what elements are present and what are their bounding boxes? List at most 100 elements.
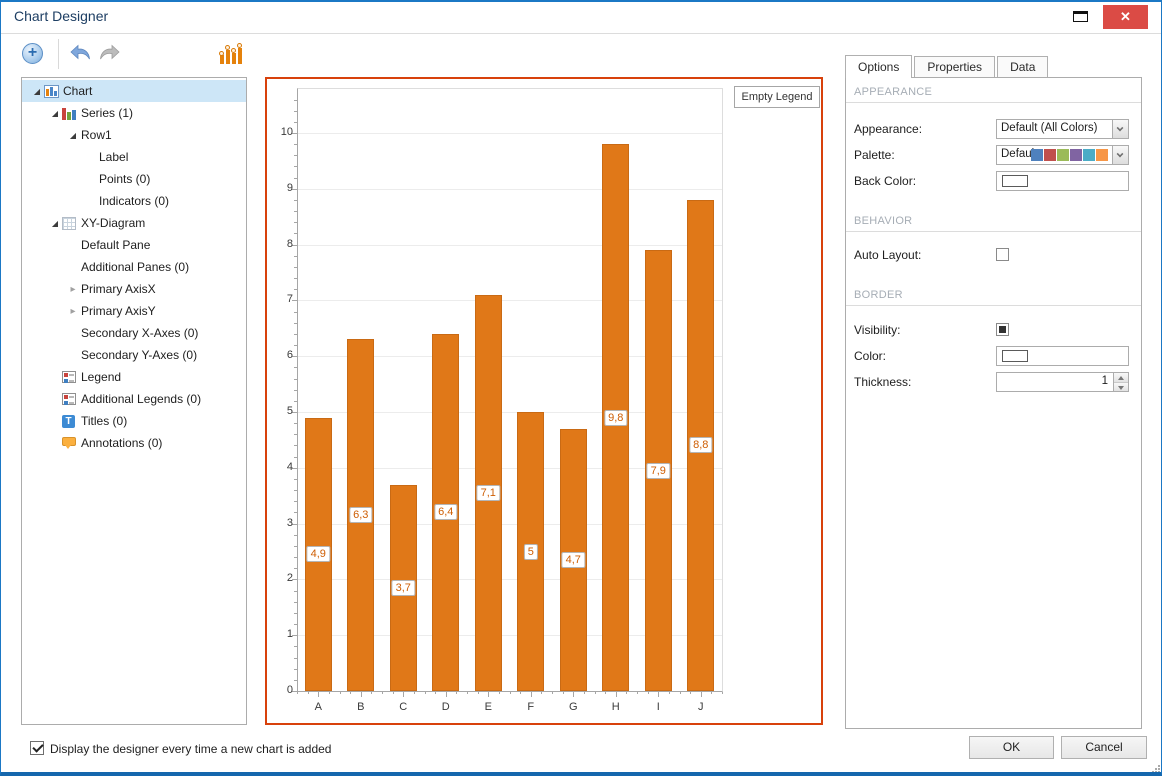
expand-arrow-icon[interactable]: ◢	[48, 109, 62, 118]
undo-icon[interactable]	[69, 44, 93, 64]
tree-item-annotations[interactable]: Annotations (0)	[22, 432, 246, 454]
y-axis-minor-tick	[294, 111, 297, 112]
tree-item-points[interactable]: Points (0)	[22, 168, 246, 190]
tab-data[interactable]: Data	[997, 56, 1048, 77]
thickness-spinner[interactable]: 1	[996, 372, 1129, 392]
y-axis-minor-tick	[294, 512, 297, 513]
redo-icon[interactable]	[98, 44, 122, 64]
tree-item-primary-axisx[interactable]: ▸Primary AxisX	[22, 278, 246, 300]
spin-down-icon[interactable]	[1114, 382, 1128, 392]
x-axis-minor-tick	[382, 692, 383, 694]
tree-item-row1[interactable]: ◢Row1	[22, 124, 246, 146]
x-axis-label: F	[527, 701, 534, 713]
empty-legend-box[interactable]: Empty Legend	[734, 86, 820, 108]
x-axis-minor-tick	[669, 692, 670, 694]
y-axis-minor-tick	[294, 535, 297, 536]
bar-value-label: 4,7	[562, 552, 585, 568]
auto-layout-label: Auto Layout:	[854, 248, 921, 262]
tree-item-secondary-x-axes[interactable]: Secondary X-Axes (0)	[22, 322, 246, 344]
ok-button[interactable]: OK	[969, 736, 1054, 759]
tab-options[interactable]: Options	[845, 55, 912, 78]
annotation-icon	[62, 440, 80, 446]
tab-properties[interactable]: Properties	[914, 56, 995, 77]
tree-item-secondary-y-axes[interactable]: Secondary Y-Axes (0)	[22, 344, 246, 366]
tree-item-primary-axisy[interactable]: ▸Primary AxisY	[22, 300, 246, 322]
auto-layout-checkbox[interactable]	[996, 248, 1009, 261]
palette-select[interactable]: Default	[996, 145, 1129, 165]
display-designer-checkbox[interactable]	[30, 741, 44, 755]
maximize-icon[interactable]	[1073, 11, 1088, 22]
y-axis-minor-tick	[294, 557, 297, 558]
group-header-appearance: APPEARANCE	[846, 86, 1141, 103]
tree-item-label: Primary AxisY	[80, 304, 156, 318]
tree-item-default-pane[interactable]: Default Pane	[22, 234, 246, 256]
resize-grip[interactable]	[1152, 765, 1154, 767]
bar-value-label: 6,3	[349, 507, 372, 523]
x-axis-label: D	[442, 701, 450, 713]
chart-type-icon[interactable]	[219, 40, 243, 66]
tree-item-legend[interactable]: Legend	[22, 366, 246, 388]
x-axis-minor-tick	[541, 692, 542, 694]
chevron-down-icon[interactable]	[1112, 120, 1128, 138]
y-axis-minor-tick	[294, 457, 297, 458]
tree-item-additional-panes[interactable]: Additional Panes (0)	[22, 256, 246, 278]
expand-arrow-icon[interactable]: ◢	[30, 87, 44, 96]
y-axis-minor-tick	[294, 379, 297, 380]
expand-arrow-icon[interactable]: ◢	[66, 131, 80, 140]
legend-icon	[62, 393, 80, 405]
tree-item-label: Label	[98, 150, 128, 164]
y-axis-minor-tick	[294, 222, 297, 223]
bar-chart-icon	[44, 85, 62, 98]
tree-item-chart[interactable]: ◢Chart	[22, 80, 246, 102]
bar-value-label: 5	[524, 544, 538, 560]
tree-item-series[interactable]: ◢Series (1)	[22, 102, 246, 124]
y-axis-minor-tick	[294, 166, 297, 167]
close-icon: ✕	[1120, 9, 1131, 24]
collapse-arrow-icon[interactable]: ▸	[66, 284, 80, 295]
x-axis-label: C	[399, 701, 407, 713]
spin-up-icon[interactable]	[1114, 373, 1128, 382]
x-axis-label: G	[569, 701, 578, 713]
y-axis-label: 1	[267, 628, 293, 640]
tree-item-label: Legend	[80, 370, 121, 384]
x-axis-label: J	[698, 701, 704, 713]
add-chart-element-icon[interactable]: +	[22, 43, 43, 64]
option-row-appearance: Appearance:Default (All Colors)	[846, 119, 1141, 139]
x-axis-tick	[658, 692, 659, 697]
x-axis-minor-tick	[308, 692, 309, 694]
y-axis-label: 2	[267, 572, 293, 584]
x-axis-minor-tick	[340, 692, 341, 694]
bar-value-label: 3,7	[392, 580, 415, 596]
expand-arrow-icon[interactable]: ◢	[48, 219, 62, 228]
bar-value-label: 9,8	[604, 410, 627, 426]
visibility-checkbox[interactable]	[996, 323, 1009, 336]
tree-item-xy-diagram[interactable]: ◢XY-Diagram	[22, 212, 246, 234]
color-picker[interactable]	[996, 346, 1129, 366]
tree-item-titles[interactable]: TTitles (0)	[22, 410, 246, 432]
color-swatch	[1002, 350, 1028, 362]
x-axis-minor-tick	[499, 692, 500, 694]
back-color-picker[interactable]	[996, 171, 1129, 191]
x-axis-tick	[573, 692, 574, 697]
gridline	[298, 245, 722, 246]
y-axis-minor-tick	[294, 401, 297, 402]
tree-item-label[interactable]: Label	[22, 146, 246, 168]
x-axis-minor-tick	[595, 692, 596, 694]
series-icon	[62, 107, 80, 120]
x-axis-tick	[701, 692, 702, 697]
x-axis-minor-tick	[414, 692, 415, 694]
tree-item-indicators[interactable]: Indicators (0)	[22, 190, 246, 212]
grid-icon	[62, 217, 80, 230]
collapse-arrow-icon[interactable]: ▸	[66, 306, 80, 317]
x-axis-label: A	[315, 701, 322, 713]
title-bar: Chart Designer ✕	[1, 2, 1161, 33]
chart-preview[interactable]: Empty Legend 0123456789104,9A6,3B3,7C6,4…	[265, 77, 823, 725]
tree-item-additional-legends[interactable]: Additional Legends (0)	[22, 388, 246, 410]
close-button[interactable]: ✕	[1103, 5, 1148, 29]
appearance-value: Default (All Colors)	[1001, 122, 1110, 134]
y-axis-minor-tick	[294, 658, 297, 659]
x-axis-minor-tick	[350, 692, 351, 694]
cancel-button[interactable]: Cancel	[1061, 736, 1147, 759]
chevron-down-icon[interactable]	[1112, 146, 1128, 164]
appearance-select[interactable]: Default (All Colors)	[996, 119, 1129, 139]
